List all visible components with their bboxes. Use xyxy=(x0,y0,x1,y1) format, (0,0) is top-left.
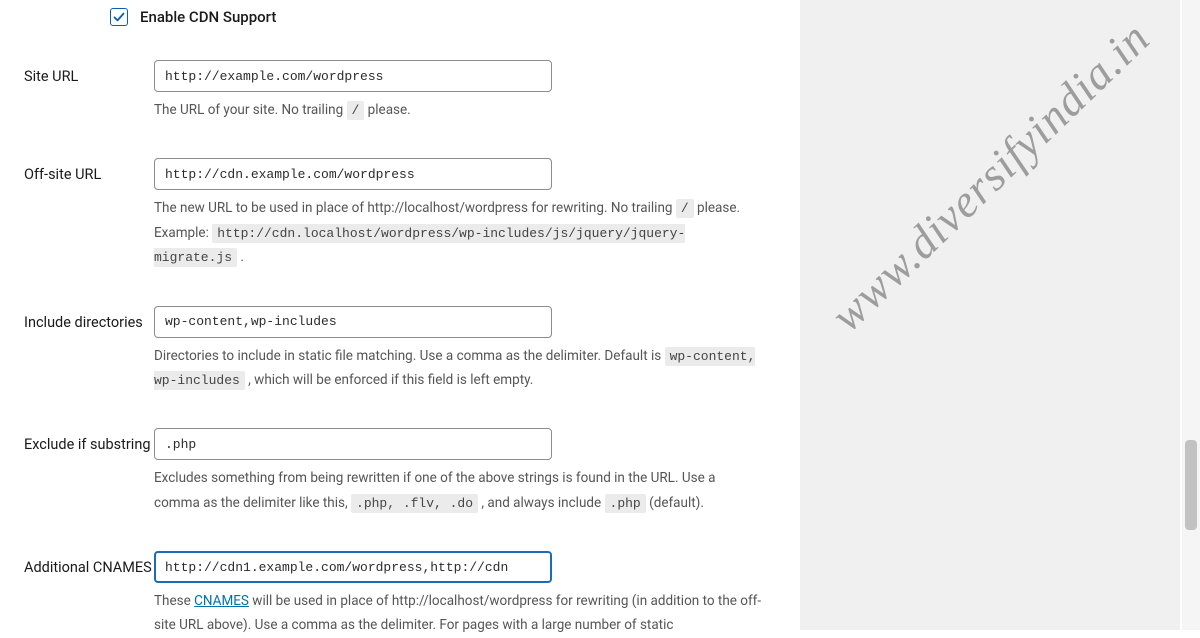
site-url-input[interactable] xyxy=(154,60,552,92)
cnames-row: Additional CNAMES These CNAMES will be u… xyxy=(0,551,800,638)
help-text: These xyxy=(154,593,194,609)
help-text: . xyxy=(237,249,244,265)
site-url-row: Site URL The URL of your site. No traili… xyxy=(0,60,800,122)
offsite-url-help: The new URL to be used in place of http:… xyxy=(154,196,764,269)
exclude-row: Exclude if substring Excludes something … xyxy=(0,428,800,515)
scrollbar-track[interactable] xyxy=(1182,0,1200,630)
exclude-help: Excludes something from being rewritten … xyxy=(154,466,764,515)
help-text: please. xyxy=(364,102,410,118)
example-code: http://cdn.localhost/wordpress/wp-includ… xyxy=(154,224,685,267)
scrollbar-thumb[interactable] xyxy=(1185,440,1197,530)
enable-cdn-row: Enable CDN Support xyxy=(0,8,800,26)
enable-cdn-label: Enable CDN Support xyxy=(140,8,276,26)
cnames-label: Additional CNAMES xyxy=(24,551,154,579)
check-icon xyxy=(113,11,125,23)
cnames-help: These CNAMES will be used in place of ht… xyxy=(154,589,764,638)
side-panel xyxy=(800,0,1180,630)
site-url-label: Site URL xyxy=(24,60,154,88)
exclude-ext-code: .php, .flv, .do xyxy=(351,494,478,513)
help-text: , and always include xyxy=(478,495,604,511)
include-dirs-help: Directories to include in static file ma… xyxy=(154,344,764,393)
help-text: please. xyxy=(694,200,740,216)
exclude-input[interactable] xyxy=(154,428,552,460)
include-dirs-row: Include directories Directories to inclu… xyxy=(0,306,800,393)
include-dirs-input[interactable] xyxy=(154,306,552,338)
slash-code: / xyxy=(676,199,694,218)
offsite-url-input[interactable] xyxy=(154,158,552,190)
php-code: .php xyxy=(605,494,646,513)
help-text: The URL of your site. No trailing xyxy=(154,102,347,118)
help-text: Example: xyxy=(154,225,212,241)
slash-code: / xyxy=(347,101,365,120)
offsite-url-label: Off-site URL xyxy=(24,158,154,186)
settings-form: Enable CDN Support Site URL The URL of y… xyxy=(0,0,800,630)
help-text: , which will be enforced if this field i… xyxy=(245,372,534,388)
offsite-url-row: Off-site URL The new URL to be used in p… xyxy=(0,158,800,269)
exclude-label: Exclude if substring xyxy=(24,428,154,456)
enable-cdn-checkbox[interactable] xyxy=(110,8,128,26)
cnames-input[interactable] xyxy=(154,551,552,583)
help-text: (default). xyxy=(646,495,704,511)
include-dirs-label: Include directories xyxy=(24,306,154,334)
help-text: The new URL to be used in place of http:… xyxy=(154,200,676,216)
site-url-help: The URL of your site. No trailing / plea… xyxy=(154,98,764,122)
help-text: Directories to include in static file ma… xyxy=(154,348,665,364)
cnames-link[interactable]: CNAMES xyxy=(194,593,249,609)
